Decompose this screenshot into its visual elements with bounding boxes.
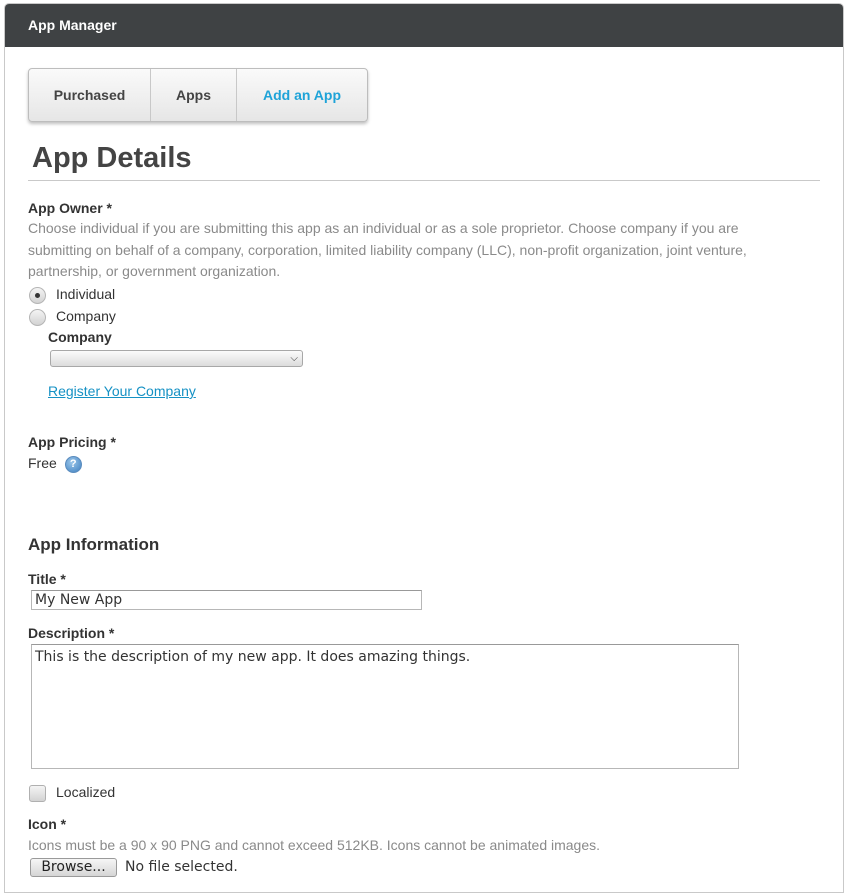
app-pricing-value: Free	[28, 455, 57, 471]
heading-divider	[28, 180, 820, 181]
company-select[interactable]: ⌵	[50, 350, 303, 367]
individual-radio[interactable]	[29, 287, 46, 304]
app-pricing-label: App Pricing *	[28, 434, 116, 450]
company-radio[interactable]	[29, 309, 46, 326]
localized-label: Localized	[56, 784, 116, 800]
register-company-link[interactable]: Register Your Company	[48, 383, 196, 399]
app-owner-label: App Owner *	[28, 200, 113, 216]
app-information-heading: App Information	[28, 535, 160, 554]
company-option-label: Company	[56, 308, 116, 324]
localized-checkbox[interactable]	[29, 785, 46, 802]
description-textarea[interactable]: This is the description of my new app. I…	[31, 644, 739, 769]
icon-label: Icon *	[28, 816, 67, 832]
page-title: App Details	[32, 142, 192, 174]
company-select-label: Company	[48, 329, 112, 345]
tab-purchased[interactable]: Purchased	[29, 69, 151, 121]
window-title: App Manager	[5, 4, 843, 47]
individual-option-label: Individual	[56, 286, 116, 302]
radio-selected-dot	[35, 293, 40, 298]
tab-add-an-app[interactable]: Add an App	[237, 69, 367, 121]
app-owner-help: Choose individual if you are submitting …	[28, 220, 747, 279]
app-manager-window: App Manager Purchased Apps Add an App Ap…	[4, 3, 844, 893]
chevron-down-icon: ⌵	[290, 352, 298, 364]
icon-help: Icons must be a 90 x 90 PNG and cannot e…	[28, 837, 601, 853]
file-status: No file selected.	[125, 859, 238, 875]
title-input[interactable]: My New App	[31, 590, 422, 610]
app-pricing-row: Free ?	[28, 455, 82, 473]
question-mark-icon[interactable]: ?	[64, 455, 82, 473]
description-label: Description *	[28, 625, 115, 641]
tab-apps[interactable]: Apps	[151, 69, 237, 121]
browse-button[interactable]: Browse...	[30, 858, 117, 877]
title-label: Title *	[28, 571, 66, 587]
tab-bar: Purchased Apps Add an App	[28, 68, 368, 122]
